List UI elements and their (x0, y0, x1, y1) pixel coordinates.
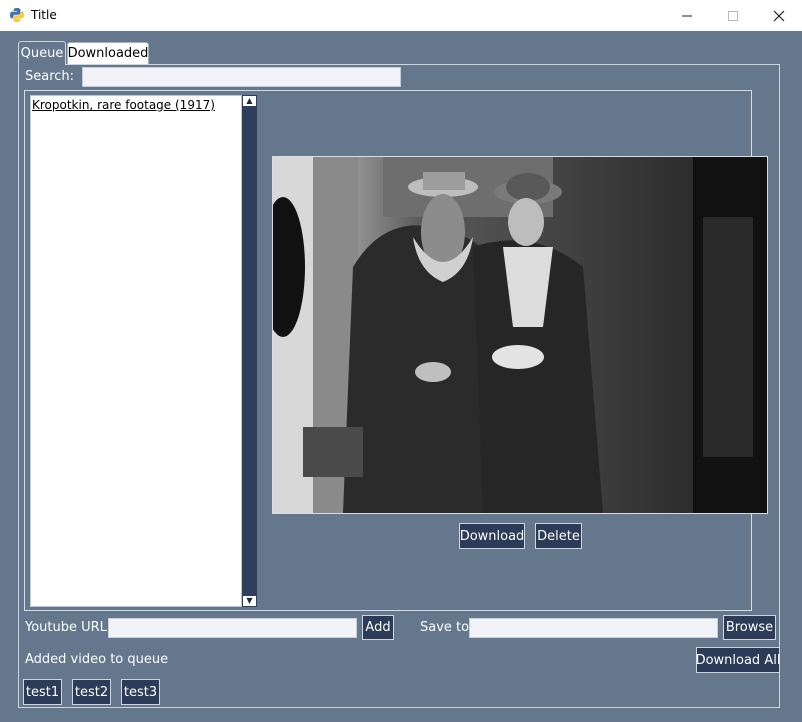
test1-button[interactable]: test1 (23, 679, 62, 705)
search-input[interactable] (82, 67, 401, 87)
download-all-button[interactable]: Download All (696, 647, 780, 673)
close-button[interactable] (756, 0, 802, 31)
scroll-up-icon[interactable]: ▲ (243, 96, 256, 106)
maximize-icon (728, 10, 738, 21)
scroll-down-icon[interactable]: ▼ (243, 596, 256, 606)
browse-button[interactable]: Browse (723, 615, 776, 640)
window-client: Queue Downloaded Search: Kropotkin, rare… (0, 31, 802, 722)
save-to-label: Save to: (420, 620, 474, 635)
delete-button[interactable]: Delete (535, 523, 582, 549)
tab-downloaded[interactable]: Downloaded (67, 42, 149, 64)
save-to-input[interactable] (469, 618, 718, 638)
maximize-button[interactable] (710, 0, 756, 31)
test2-button[interactable]: test2 (72, 679, 111, 705)
status-text: Added video to queue (25, 652, 169, 667)
list-item[interactable]: Kropotkin, rare footage (1917) (32, 98, 215, 112)
test3-button[interactable]: test3 (121, 679, 160, 705)
video-frame-image (273, 157, 767, 513)
window-title: Title (31, 8, 57, 22)
close-icon (773, 10, 785, 21)
youtube-url-label: Youtube URL: (25, 620, 112, 635)
queue-scrollbar[interactable]: ▲ ▼ (242, 95, 257, 607)
python-icon (10, 8, 24, 22)
youtube-url-input[interactable] (108, 618, 357, 638)
tab-queue[interactable]: Queue (18, 41, 66, 65)
add-button[interactable]: Add (362, 615, 394, 640)
queue-listbox[interactable]: Kropotkin, rare footage (1917) (30, 95, 242, 607)
minimize-icon (682, 15, 692, 16)
download-button[interactable]: Download (459, 523, 525, 549)
title-bar: Title (0, 0, 802, 31)
minimize-button[interactable] (664, 0, 710, 31)
search-label: Search: (25, 69, 75, 84)
video-thumbnail (272, 156, 768, 514)
